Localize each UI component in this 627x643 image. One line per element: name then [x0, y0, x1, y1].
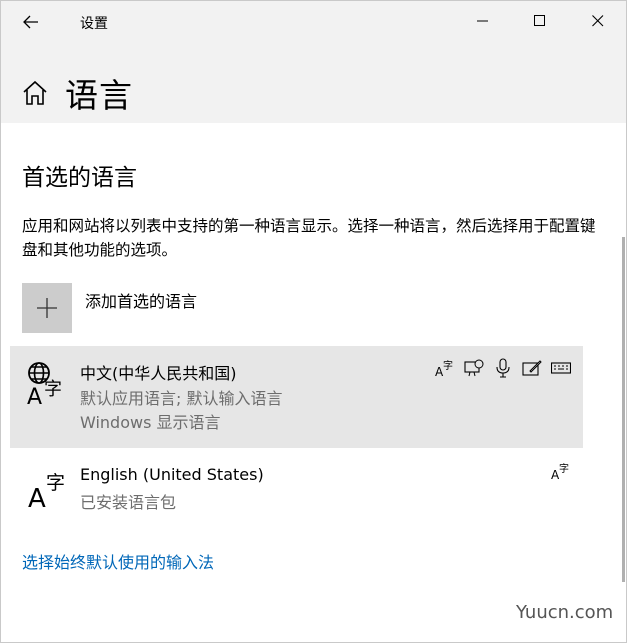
back-button[interactable] [15, 7, 47, 37]
add-box[interactable] [22, 283, 72, 333]
speech-recognition-icon [493, 358, 513, 378]
svg-text:字: 字 [559, 462, 569, 475]
keyboard-icon [551, 358, 571, 378]
language-feature-icons: A 字 [435, 358, 571, 378]
add-language-button[interactable]: 添加首选的语言 [22, 283, 322, 333]
svg-text:字: 字 [46, 472, 65, 494]
language-subtitle: 默认应用语言; 默认输入语言 [80, 389, 283, 408]
language-feature-icons: A 字 [551, 461, 571, 481]
language-item-zh-cn[interactable]: A 字 中文(中华人民共和国) 默认应用语言; 默认输入语言 Windows 显… [10, 346, 583, 448]
svg-text:字: 字 [443, 359, 453, 372]
language-pack-icon: A 字 [551, 461, 571, 481]
language-name: English (United States) [80, 465, 264, 484]
title-bar: 设置 语言 [1, 1, 626, 123]
scrollbar[interactable] [622, 237, 625, 582]
home-icon[interactable] [21, 79, 49, 107]
svg-text:字: 字 [44, 379, 62, 400]
language-subtitle-display: Windows 显示语言 [80, 413, 221, 432]
language-name: 中文(中华人民共和国) [80, 364, 237, 383]
language-item-en-us[interactable]: A 字 English (United States) 已安装语言包 A 字 [10, 453, 583, 523]
window-title: 设置 [80, 16, 108, 32]
handwriting-icon [522, 358, 542, 378]
text-to-speech-icon [464, 358, 484, 378]
svg-text:A: A [28, 484, 46, 513]
back-arrow-icon [23, 15, 38, 29]
watermark-text: Yuucn.com [516, 602, 614, 623]
minimize-button[interactable] [463, 5, 503, 37]
maximize-icon [534, 15, 545, 26]
add-language-label: 添加首选的语言 [85, 292, 198, 311]
settings-window: 设置 语言 首选的语言 应用和网站将以列表中支持的第一种语言显示。选择一种语言，… [0, 0, 627, 643]
default-input-method-link[interactable]: 选择始终默认使用的输入法 [22, 549, 214, 573]
language-globe-icon: A 字 [27, 362, 62, 408]
plus-icon [37, 298, 57, 318]
language-pack-icon: A 字 [28, 472, 65, 513]
page-title: 语言 [65, 76, 133, 115]
maximize-button[interactable] [520, 5, 560, 37]
section-title: 首选的语言 [22, 165, 137, 191]
svg-text:A: A [27, 385, 42, 408]
close-button[interactable] [578, 5, 618, 37]
language-pack-icon: A 字 [435, 358, 455, 378]
close-icon [592, 15, 604, 27]
minimize-icon [477, 20, 488, 22]
section-description: 应用和网站将以列表中支持的第一种语言显示。选择一种语言，然后选择用于配置键盘和其… [22, 217, 596, 259]
language-subtitle: 已安装语言包 [80, 493, 177, 512]
